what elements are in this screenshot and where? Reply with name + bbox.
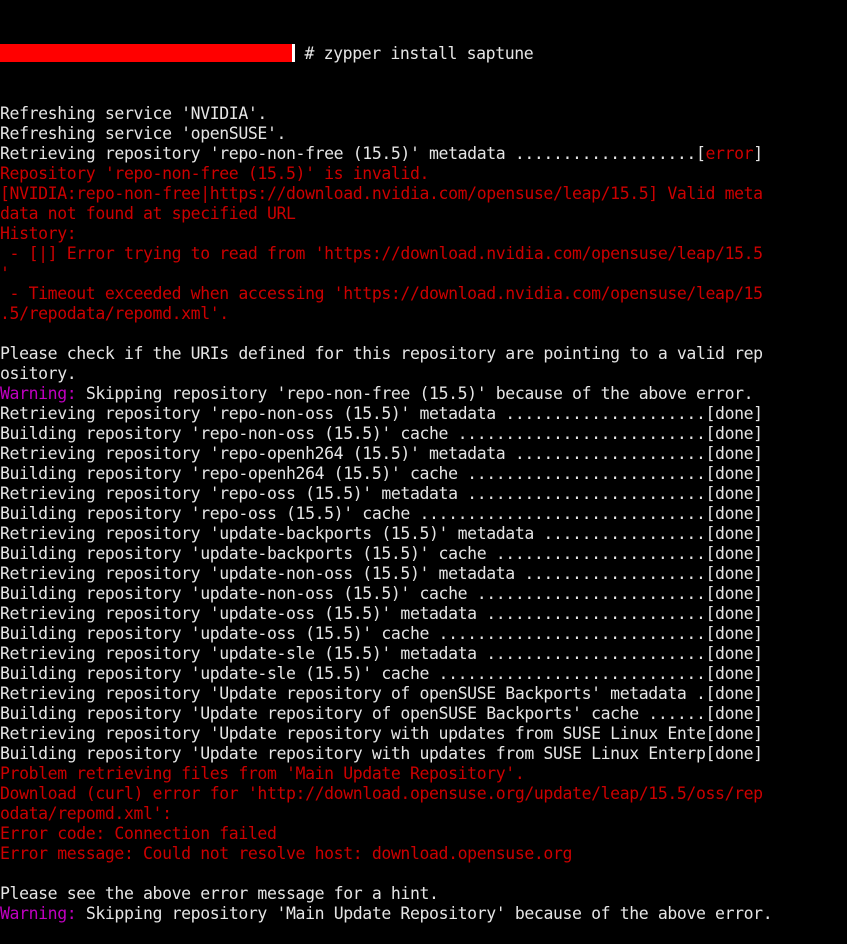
output-text: Retrieving repository 'update-oss (15.5)… (0, 604, 763, 623)
error-text: Error message: Could not resolve host: d… (0, 844, 573, 863)
terminal-line: Please check if the URIs defined for thi… (0, 344, 847, 364)
terminal-line: Retrieving repository 'update-oss (15.5)… (0, 604, 847, 624)
redacted-user-host (0, 44, 295, 62)
output-text: Retrieving repository 'update-backports … (0, 524, 763, 543)
terminal-line: Download (curl) error for 'http://downlo… (0, 784, 847, 804)
error-text: Repository 'repo-non-free (15.5)' is inv… (0, 164, 430, 183)
output-text: Building repository 'update-backports (1… (0, 544, 763, 563)
terminal-line: Retrieving repository 'update-backports … (0, 524, 847, 544)
output-text: Building repository 'Update repository w… (0, 744, 763, 763)
terminal-line: Retrieving repository 'update-sle (15.5)… (0, 644, 847, 664)
warning-label: Warning: (0, 904, 77, 923)
terminal-line: Error message: Could not resolve host: d… (0, 844, 847, 864)
command-text: # zypper install saptune (295, 44, 534, 63)
terminal-line: Refreshing service 'NVIDIA'. (0, 104, 847, 124)
terminal-line: .5/repodata/repomd.xml'. (0, 304, 847, 324)
terminal-line: Building repository 'Update repository o… (0, 704, 847, 724)
output-text: Refreshing service 'NVIDIA'. (0, 104, 267, 123)
terminal-line: Retrieving repository 'repo-non-oss (15.… (0, 404, 847, 424)
error-text: [NVIDIA:repo-non-free|https://download.n… (0, 184, 763, 203)
terminal-line: Retrieving repository 'repo-oss (15.5)' … (0, 484, 847, 504)
terminal-line: Problem retrieving files from 'Main Upda… (0, 764, 847, 784)
error-text: - [|] Error trying to read from 'https:/… (0, 244, 764, 263)
output-text: Retrieving repository 'Update repository… (0, 724, 763, 743)
terminal-line: Please see the above error message for a… (0, 884, 847, 904)
output-text: Building repository 'update-oss (15.5)' … (0, 624, 763, 643)
output-lines: Refreshing service 'NVIDIA'. Refreshing s… (0, 104, 847, 924)
output-text: Skipping repository 'Main Update Reposit… (76, 904, 773, 923)
terminal-line: Retrieving repository 'Update repository… (0, 684, 847, 704)
terminal-line: History: (0, 224, 847, 244)
terminal-line: [NVIDIA:repo-non-free|https://download.n… (0, 184, 847, 204)
error-text: History: (0, 224, 77, 243)
output-text: Retrieving repository 'repo-non-oss (15.… (0, 404, 763, 423)
error-text: Download (curl) error for 'http://downlo… (0, 784, 763, 803)
terminal-line: Building repository 'update-sle (15.5)' … (0, 664, 847, 684)
output-text: Retrieving repository 'Update repository… (0, 684, 763, 703)
error-text: ' (0, 264, 10, 283)
terminal-line: Warning: Skipping repository 'repo-non-f… (0, 384, 847, 404)
output-text: Please check if the URIs defined for thi… (0, 344, 763, 363)
output-text: ository. (0, 364, 77, 383)
terminal-line: ' (0, 264, 847, 284)
terminal-line: Retrieving repository 'repo-openh264 (15… (0, 444, 847, 464)
terminal-line: Warning: Skipping repository 'Main Updat… (0, 904, 847, 924)
terminal-line: data not found at specified URL (0, 204, 847, 224)
output-text: Retrieving repository 'update-non-oss (1… (0, 564, 763, 583)
error-text: error (705, 144, 754, 163)
terminal-line: Building repository 'update-oss (15.5)' … (0, 624, 847, 644)
terminal-line: Building repository 'repo-oss (15.5)' ca… (0, 504, 847, 524)
terminal-line: Building repository 'Update repository w… (0, 744, 847, 764)
error-text: Problem retrieving files from 'Main Upda… (0, 764, 525, 783)
error-text: data not found at specified URL (0, 204, 296, 223)
output-text: Building repository 'update-sle (15.5)' … (0, 664, 763, 683)
output-text: ] (753, 144, 763, 163)
terminal-line: Building repository 'update-backports (1… (0, 544, 847, 564)
output-text: Building repository 'repo-openh264 (15.5… (0, 464, 763, 483)
terminal-output[interactable]: # zypper install saptune Refreshing serv… (0, 4, 847, 944)
output-text: Retrieving repository 'repo-openh264 (15… (0, 444, 763, 463)
output-text: Retrieving repository 'update-sle (15.5)… (0, 644, 763, 663)
output-text: Retrieving repository 'repo-oss (15.5)' … (0, 484, 763, 503)
terminal-line: ository. (0, 364, 847, 384)
error-text: Error code: Connection failed (0, 824, 277, 843)
terminal-line: Error code: Connection failed (0, 824, 847, 844)
warning-label: Warning: (0, 384, 77, 403)
output-text: Building repository 'update-non-oss (15.… (0, 584, 763, 603)
error-text: .5/repodata/repomd.xml'. (0, 304, 229, 323)
error-text: odata/repomd.xml': (0, 804, 172, 823)
error-text: - Timeout exceeded when accessing 'https… (0, 284, 764, 303)
terminal-line: Retrieving repository 'Update repository… (0, 724, 847, 744)
terminal-line: - [|] Error trying to read from 'https:/… (0, 244, 847, 264)
terminal-line: Retrieving repository 'repo-non-free (15… (0, 144, 847, 164)
terminal-line: Building repository 'update-non-oss (15.… (0, 584, 847, 604)
output-text: Building repository 'Update repository o… (0, 704, 763, 723)
output-text: Refreshing service 'openSUSE'. (0, 124, 287, 143)
output-text: Skipping repository 'repo-non-free (15.5… (76, 384, 754, 403)
terminal-line: - Timeout exceeded when accessing 'https… (0, 284, 847, 304)
output-text: Building repository 'repo-oss (15.5)' ca… (0, 504, 763, 523)
prompt-line: # zypper install saptune (0, 44, 847, 64)
output-text: Building repository 'repo-non-oss (15.5)… (0, 424, 763, 443)
output-text: Please see the above error message for a… (0, 884, 439, 903)
terminal-line: Repository 'repo-non-free (15.5)' is inv… (0, 164, 847, 184)
terminal-line: odata/repomd.xml': (0, 804, 847, 824)
terminal-line: Retrieving repository 'update-non-oss (1… (0, 564, 847, 584)
terminal-line: Building repository 'repo-openh264 (15.5… (0, 464, 847, 484)
output-text: Retrieving repository 'repo-non-free (15… (0, 144, 706, 163)
terminal-line: Refreshing service 'openSUSE'. (0, 124, 847, 144)
terminal-line: Building repository 'repo-non-oss (15.5)… (0, 424, 847, 444)
